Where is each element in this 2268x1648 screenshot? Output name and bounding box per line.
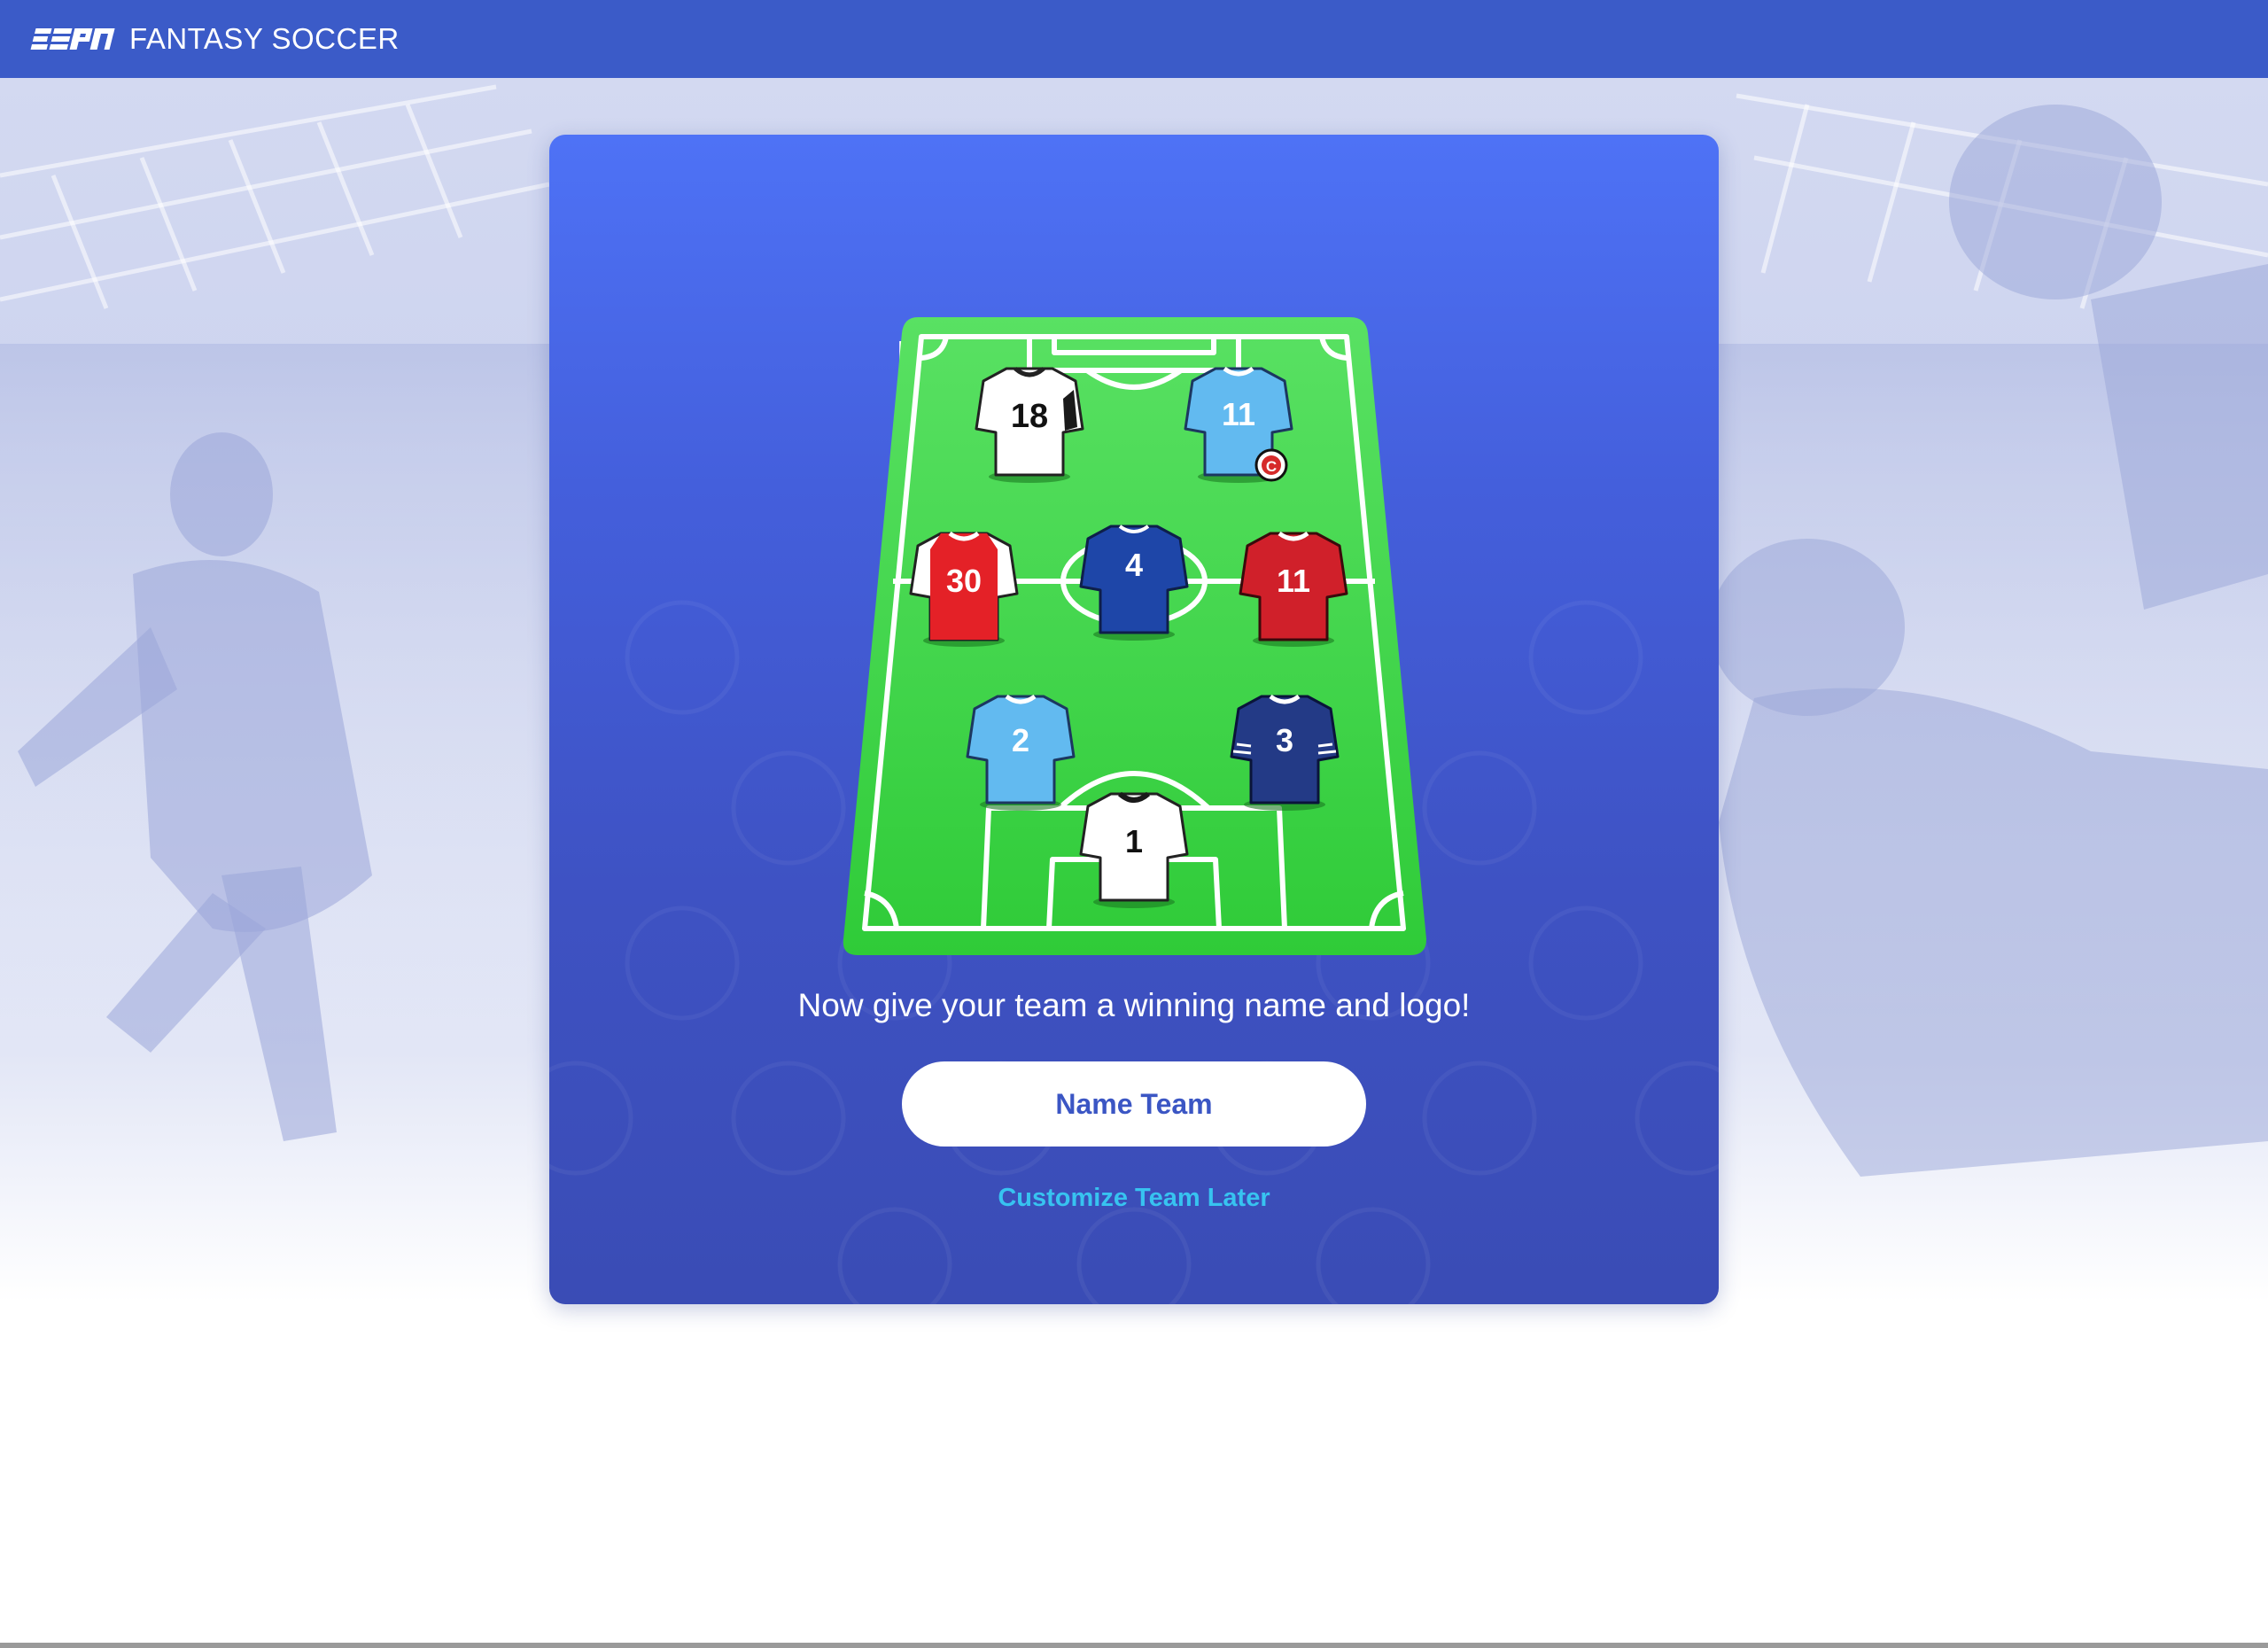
svg-text:11: 11 bbox=[1277, 563, 1310, 599]
espn-logo-icon[interactable] bbox=[28, 23, 117, 55]
card-subtitle: Now give your team a winning name and lo… bbox=[797, 987, 1471, 1023]
captain-badge-icon: C bbox=[1254, 448, 1288, 482]
svg-text:2: 2 bbox=[1012, 722, 1029, 758]
ready-to-play-card: Now you’re ready to play! bbox=[549, 135, 1719, 1304]
svg-text:3: 3 bbox=[1276, 722, 1293, 758]
svg-text:11: 11 bbox=[1222, 396, 1255, 432]
svg-text:C: C bbox=[1266, 458, 1277, 475]
name-team-button[interactable]: Name Team bbox=[902, 1061, 1366, 1147]
svg-text:4: 4 bbox=[1125, 547, 1143, 583]
top-nav-bar: FANTASY SOCCER bbox=[0, 0, 2268, 78]
customize-team-later-link[interactable]: Customize Team Later bbox=[549, 1184, 1719, 1213]
lineup-pitch: 18 11 C 30 4 11 2 3 1 bbox=[843, 317, 1426, 955]
svg-text:30: 30 bbox=[946, 563, 982, 599]
svg-text:1: 1 bbox=[1125, 823, 1143, 859]
app-title[interactable]: FANTASY SOCCER bbox=[129, 23, 400, 55]
svg-text:18: 18 bbox=[1011, 398, 1048, 435]
bottom-divider bbox=[0, 1643, 2268, 1648]
